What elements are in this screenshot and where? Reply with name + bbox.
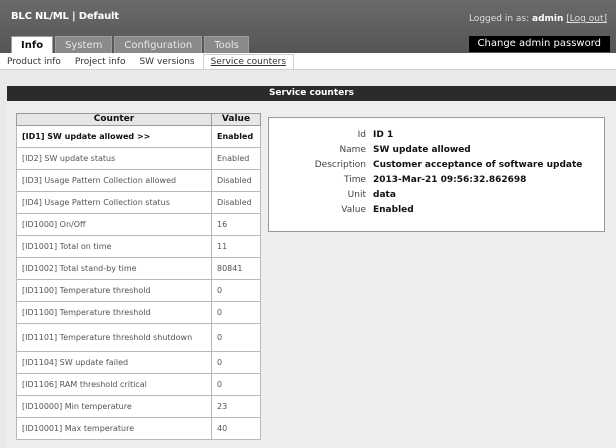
- counter-value-cell: 23: [211, 395, 261, 418]
- counter-value-cell: 40: [211, 417, 261, 440]
- subtab-product-info[interactable]: Product info: [0, 55, 68, 69]
- section-title: Service counters: [7, 86, 616, 101]
- detail-value: ID 1: [373, 130, 394, 140]
- counter-value-cell: Enabled: [211, 125, 261, 148]
- table-row[interactable]: [ID1100] Temperature threshold 0: [16, 279, 261, 302]
- detail-value: SW update allowed: [373, 145, 471, 155]
- table-row[interactable]: [ID1002] Total stand-by time 80841: [16, 257, 261, 280]
- table-row[interactable]: [ID3] Usage Pattern Collection allowed Di…: [16, 169, 261, 192]
- counter-value-cell: Disabled: [211, 169, 261, 192]
- detail-value: 2013-Mar-21 09:56:32.862698: [373, 175, 527, 185]
- sub-navigation: Product info Project info SW versions Se…: [0, 53, 616, 69]
- table-row[interactable]: [ID10000] Min temperature 23: [16, 395, 261, 418]
- counter-name-cell[interactable]: [ID10000] Min temperature: [16, 395, 212, 418]
- counter-value-cell: 16: [211, 213, 261, 236]
- table-row[interactable]: [ID2] SW update status Enabled: [16, 147, 261, 170]
- column-header-counter: Counter: [16, 113, 212, 126]
- counter-name-cell[interactable]: [ID1002] Total stand-by time: [16, 257, 212, 280]
- login-user: admin: [532, 14, 564, 24]
- counter-value-cell: 80841: [211, 257, 261, 280]
- tab-configuration[interactable]: Configuration: [114, 36, 203, 53]
- counter-value-cell: Disabled: [211, 191, 261, 214]
- counter-name-cell[interactable]: [ID3] Usage Pattern Collection allowed: [16, 169, 212, 192]
- counter-value-cell: 0: [211, 279, 261, 302]
- detail-key: Unit: [347, 190, 366, 200]
- counter-value-cell: 0: [211, 323, 261, 352]
- detail-key: Time: [343, 175, 366, 185]
- login-prefix: Logged in as:: [468, 14, 530, 24]
- change-password-button[interactable]: Change admin password: [468, 36, 610, 52]
- counter-name-cell[interactable]: [ID1] SW update allowed >>: [16, 125, 212, 148]
- subtab-service-counters[interactable]: Service counters: [202, 54, 295, 69]
- subtab-project-info[interactable]: Project info: [68, 55, 133, 69]
- login-status: Logged in as: admin [Log out]: [469, 14, 607, 24]
- detail-value: Enabled: [373, 205, 414, 215]
- table-row[interactable]: [ID1104] SW update failed 0: [16, 351, 261, 374]
- counter-detail-panel: Id ID 1 Name SW update allowed Description Cu…: [268, 117, 605, 232]
- main-content: Service counters Counter Value [ID1] SW …: [0, 70, 616, 448]
- table-row[interactable]: [ID1001] Total on time 11: [16, 235, 261, 258]
- detail-key: Name: [339, 145, 366, 155]
- table-row[interactable]: [ID1100] Temperature threshold 0: [16, 301, 261, 324]
- logout-link[interactable]: [Log out]: [566, 14, 607, 24]
- app-title: BLC NL/ML | Default: [11, 11, 119, 22]
- detail-row: Description Customer acceptance of softwa…: [269, 157, 606, 173]
- table-header-row: Counter Value: [16, 113, 261, 126]
- detail-key: Value: [341, 205, 366, 215]
- counters-table: Counter Value [ID1] SW update allowed >>…: [16, 113, 261, 440]
- counter-value-cell: 0: [211, 351, 261, 374]
- detail-value: Customer acceptance of software update: [373, 160, 583, 170]
- detail-row: Unit data: [269, 187, 606, 203]
- main-tabs: Info System Configuration Tools: [11, 36, 251, 54]
- detail-row: Time 2013-Mar-21 09:56:32.862698: [269, 172, 606, 188]
- tab-info[interactable]: Info: [11, 36, 54, 54]
- counter-value-cell: 11: [211, 235, 261, 258]
- counter-name-cell[interactable]: [ID1101] Temperature threshold shutdown: [16, 323, 212, 352]
- counter-name-cell[interactable]: [ID1104] SW update failed: [16, 351, 212, 374]
- detail-key: Id: [357, 130, 366, 140]
- detail-row: Value Enabled: [269, 202, 606, 218]
- counter-name-cell[interactable]: [ID4] Usage Pattern Collection status: [16, 191, 212, 214]
- tab-system[interactable]: System: [55, 36, 113, 53]
- table-row[interactable]: [ID1000] On/Off 16: [16, 213, 261, 236]
- counter-name-cell[interactable]: [ID1000] On/Off: [16, 213, 212, 236]
- table-row[interactable]: [ID1101] Temperature threshold shutdown 0: [16, 323, 261, 352]
- subtab-sw-versions[interactable]: SW versions: [132, 55, 201, 69]
- table-row[interactable]: [ID4] Usage Pattern Collection status Dis…: [16, 191, 261, 214]
- counter-value-cell: 0: [211, 301, 261, 324]
- counter-name-cell[interactable]: [ID1100] Temperature threshold: [16, 301, 212, 324]
- column-header-value: Value: [211, 113, 261, 126]
- detail-key: Description: [314, 160, 366, 170]
- counter-name-cell[interactable]: [ID1001] Total on time: [16, 235, 212, 258]
- detail-row: Name SW update allowed: [269, 142, 606, 158]
- detail-value: data: [373, 190, 396, 200]
- counter-name-cell[interactable]: [ID2] SW update status: [16, 147, 212, 170]
- counter-name-cell[interactable]: [ID1100] Temperature threshold: [16, 279, 212, 302]
- tab-tools[interactable]: Tools: [204, 36, 249, 53]
- table-row[interactable]: [ID1] SW update allowed >> Enabled: [16, 125, 261, 148]
- table-row[interactable]: [ID1106] RAM threshold critical 0: [16, 373, 261, 396]
- table-row[interactable]: [ID10001] Max temperature 40: [16, 417, 261, 440]
- counter-value-cell: Enabled: [211, 147, 261, 170]
- counter-value-cell: 0: [211, 373, 261, 396]
- detail-row: Id ID 1: [269, 127, 606, 143]
- counter-name-cell[interactable]: [ID10001] Max temperature: [16, 417, 212, 440]
- counter-name-cell[interactable]: [ID1106] RAM threshold critical: [16, 373, 212, 396]
